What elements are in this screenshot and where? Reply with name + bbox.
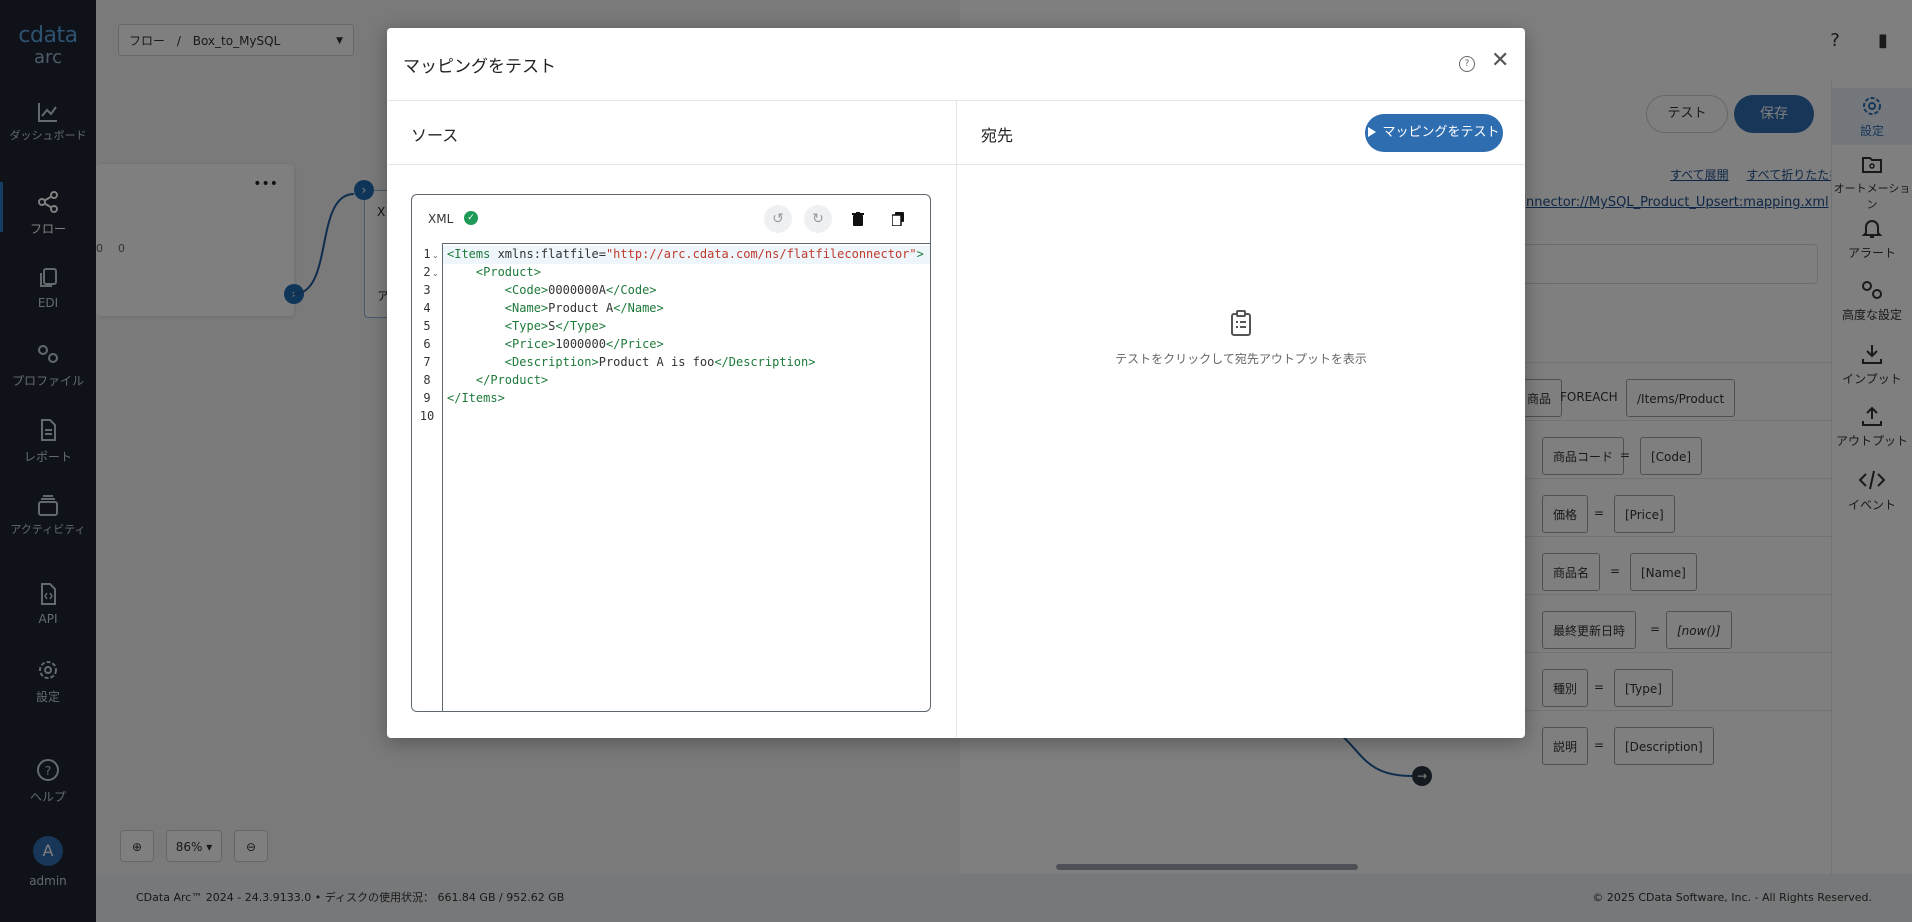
code-line: <Product>	[447, 265, 541, 279]
play-icon	[1368, 126, 1377, 137]
code-token: Product A	[548, 301, 614, 315]
source-section: ソース XML ✓ ↺ ↻ 1 ⌄ 2 ⌄ 3 4 5 6 7 8 9 10 <Items xmlns…	[387, 100, 957, 738]
code-token: <Type>	[504, 319, 549, 333]
empty-state: テストをクリックして宛先アウトプットを表示	[957, 310, 1525, 367]
clipboard-list-icon	[1231, 310, 1251, 336]
line-number: 6	[423, 337, 431, 351]
line-gutter: 1 ⌄ 2 ⌄ 3 4 5 6 7 8 9 10	[412, 243, 443, 711]
code-token: <Code>	[504, 283, 549, 297]
line-number: 10	[419, 409, 435, 423]
format-label: XML	[428, 212, 454, 226]
test-mapping-button[interactable]: マッピングをテスト	[1365, 114, 1503, 152]
code-token: 0000000A	[548, 283, 606, 297]
code-token: <Product>	[475, 265, 541, 279]
code-token: </Items>	[447, 391, 505, 405]
code-line: <Items xmlns:flatfile="http://arc.cdata.…	[447, 247, 924, 261]
test-mapping-dialog: マッピングをテスト ? ✕ ソース XML ✓ ↺ ↻ 1 ⌄ 2 ⌄ 3 4 5 6 7 8 9 1…	[387, 28, 1525, 738]
editor-toolbar: XML ✓ ↺ ↻	[412, 195, 930, 244]
destination-title: 宛先	[981, 126, 1014, 145]
source-title: ソース	[411, 126, 459, 145]
code-token: "http://arc.cdata.com/ns/flatfileconnect…	[605, 247, 917, 261]
source-header: ソース	[387, 100, 956, 165]
code-token: 1000000	[555, 337, 606, 351]
valid-check-icon: ✓	[464, 211, 478, 225]
dialog-header: マッピングをテスト ? ✕	[387, 28, 1525, 101]
code-token: xmlns:flatfile=	[497, 247, 606, 261]
code-token: </Price>	[605, 337, 664, 351]
dialog-title: マッピングをテスト	[403, 57, 556, 77]
code-token: </Name>	[613, 301, 664, 315]
code-token: </Code>	[605, 283, 657, 297]
code-token: <Price>	[504, 337, 556, 351]
redo-icon[interactable]: ↻	[804, 205, 832, 233]
code-token: </Type>	[555, 319, 606, 333]
code-line: </Product>	[447, 373, 548, 387]
empty-message: テストをクリックして宛先アウトプットを表示	[1115, 352, 1367, 366]
fold-chevron-icon[interactable]: ⌄	[432, 269, 439, 278]
destination-section: 宛先 マッピングをテスト テストをクリックして宛先アウトプットを表示	[957, 100, 1525, 738]
help-icon[interactable]: ?	[1459, 56, 1475, 72]
close-icon[interactable]: ✕	[1491, 48, 1509, 74]
destination-header: 宛先 マッピングをテスト	[957, 100, 1525, 165]
code-line: </Items>	[447, 391, 505, 405]
trash-icon[interactable]	[844, 205, 872, 233]
code-token: Product A is foo	[598, 355, 715, 369]
code-token: >	[916, 247, 924, 261]
code-line: <Code>0000000A</Code>	[447, 283, 657, 297]
code-line: <Price>1000000</Price>	[447, 337, 664, 351]
code-line: <Description>Product A is foo</Descripti…	[447, 355, 816, 369]
line-number: 4	[423, 301, 431, 315]
source-xml-editor[interactable]: XML ✓ ↺ ↻ 1 ⌄ 2 ⌄ 3 4 5 6 7 8 9 10 <Items xmlns:fla…	[411, 194, 931, 712]
undo-icon[interactable]: ↺	[764, 205, 792, 233]
line-number: 8	[423, 373, 431, 387]
code-area[interactable]: <Items xmlns:flatfile="http://arc.cdata.…	[443, 243, 930, 711]
code-line: <Name>Product A</Name>	[447, 301, 664, 315]
code-token: <Name>	[504, 301, 549, 315]
code-token: </Product>	[475, 373, 549, 387]
code-token: </Description>	[714, 355, 816, 369]
code-token: <Items	[447, 247, 498, 261]
fold-chevron-icon[interactable]: ⌄	[432, 251, 439, 260]
copy-icon[interactable]	[884, 205, 912, 233]
code-line: <Type>S</Type>	[447, 319, 606, 333]
line-number: 3	[423, 283, 431, 297]
line-number: 5	[423, 319, 431, 333]
line-number: 7	[423, 355, 431, 369]
line-number: 9	[423, 391, 431, 405]
code-token: <Description>	[504, 355, 599, 369]
test-mapping-label: マッピングをテスト	[1382, 125, 1500, 140]
